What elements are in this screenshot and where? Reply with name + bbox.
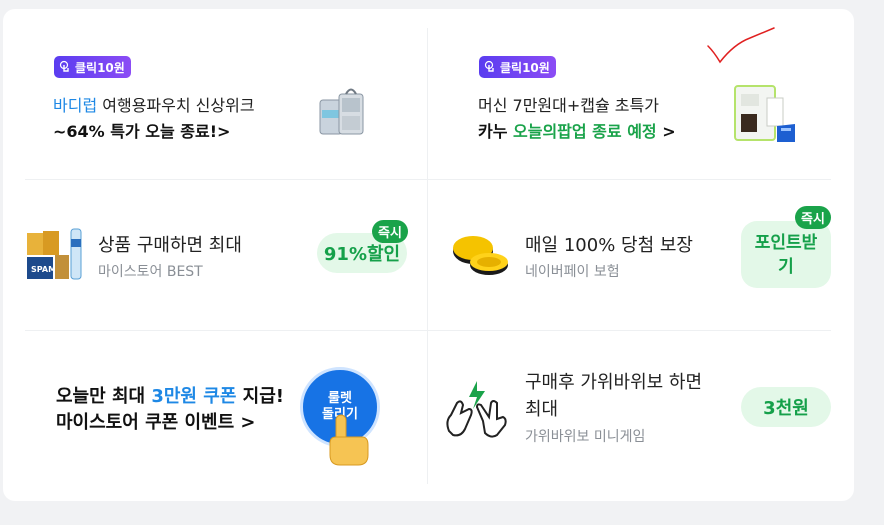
red-checkmark-annotation bbox=[704, 26, 776, 66]
headline-text: 오늘만 최대 bbox=[56, 386, 152, 407]
highlight-text: 오늘의팝업 종료 예정 bbox=[513, 122, 657, 141]
get-points-pill: 포인트받 기 bbox=[741, 221, 831, 288]
badge-label: 클릭10원 bbox=[75, 60, 125, 75]
hand-tap-icon bbox=[58, 60, 72, 74]
npay-subtitle: 네이버페이 보험 bbox=[525, 264, 620, 280]
brand-name: 카누 bbox=[478, 122, 514, 141]
rock-paper-scissors-icon bbox=[443, 381, 513, 439]
travel-pouch-image bbox=[315, 84, 373, 142]
headline-text-end: 지급! bbox=[236, 386, 284, 407]
mystore-subtitle: 마이스토어 BEST bbox=[98, 264, 203, 280]
reward-text: 3천원 bbox=[763, 398, 809, 419]
pill-text-line2: 기 bbox=[778, 256, 794, 277]
row-divider bbox=[25, 330, 831, 331]
row-divider bbox=[25, 179, 831, 180]
roulette-text-line1: 룰렛 bbox=[328, 391, 352, 406]
capsule-coffee-machine-image bbox=[733, 80, 801, 146]
instant-tag: 즉시 bbox=[372, 220, 408, 243]
npay-title: 매일 100% 당첨 보장 bbox=[525, 235, 693, 256]
badge-label: 클릭10원 bbox=[500, 60, 550, 75]
column-divider bbox=[427, 28, 428, 484]
kanu-promo-card[interactable]: 클릭10원 머신 7만원대+캡슐 초특가 카누 오늘의팝업 종료 예정 > bbox=[455, 40, 835, 165]
arrow-text: > bbox=[656, 122, 676, 141]
kanu-subline: 카누 오늘의팝업 종료 예정 > bbox=[478, 118, 676, 142]
grocery-products-image: SPAM bbox=[25, 225, 85, 283]
pill-text-line1: 포인트받 bbox=[754, 232, 818, 253]
npay-insurance-card[interactable]: 매일 100% 당첨 보장 네이버페이 보험 포인트받 기 즉시 bbox=[443, 195, 843, 320]
bodyrub-promo-card[interactable]: 클릭10원 바디럽 여행용파우치 신상위크 ~64% 특가 오늘 종료!> bbox=[30, 40, 410, 165]
pointing-hand-icon bbox=[322, 411, 374, 469]
mystore-best-card[interactable]: SPAM 상품 구매하면 최대 마이스토어 BEST 91%할인 즉시 bbox=[20, 195, 420, 320]
rps-title-line2: 최대 bbox=[525, 399, 559, 420]
highlight-text: 3만원 쿠폰 bbox=[151, 386, 237, 407]
mystore-coupon-card[interactable]: 오늘만 최대 3만원 쿠폰 지급! 마이스토어 쿠폰 이벤트 > 룰렛 돌리기 bbox=[30, 345, 420, 475]
bodyrub-headline: 바디럽 여행용파우치 신상위크 bbox=[53, 92, 255, 116]
mystore-title: 상품 구매하면 최대 bbox=[98, 235, 242, 256]
brand-name: 바디럽 bbox=[53, 96, 98, 115]
coupon-headline: 오늘만 최대 3만원 쿠폰 지급! bbox=[56, 382, 284, 408]
headline-text: 여행용파우치 신상위크 bbox=[97, 96, 255, 115]
hand-tap-icon bbox=[483, 60, 497, 74]
kanu-headline: 머신 7만원대+캡슐 초특가 bbox=[478, 96, 659, 115]
instant-tag: 즉시 bbox=[795, 206, 831, 229]
rps-title-line1: 구매후 가위바위보 하면 bbox=[525, 372, 703, 393]
rps-subtitle: 가위바위보 미니게임 bbox=[525, 429, 646, 445]
svg-text:SPAM: SPAM bbox=[31, 265, 56, 274]
click-reward-badge: 클릭10원 bbox=[54, 56, 131, 78]
gold-coins-icon bbox=[449, 231, 511, 279]
rps-game-card[interactable]: 구매후 가위바위보 하면 최대 가위바위보 미니게임 3천원 bbox=[443, 345, 843, 475]
discount-text: 91%할인 bbox=[323, 244, 401, 265]
coupon-subline: 마이스토어 쿠폰 이벤트 > bbox=[56, 412, 256, 433]
bodyrub-subline: ~64% 특가 오늘 종료!> bbox=[53, 122, 231, 141]
reward-pill: 3천원 bbox=[741, 387, 831, 427]
click-reward-badge: 클릭10원 bbox=[479, 56, 556, 78]
